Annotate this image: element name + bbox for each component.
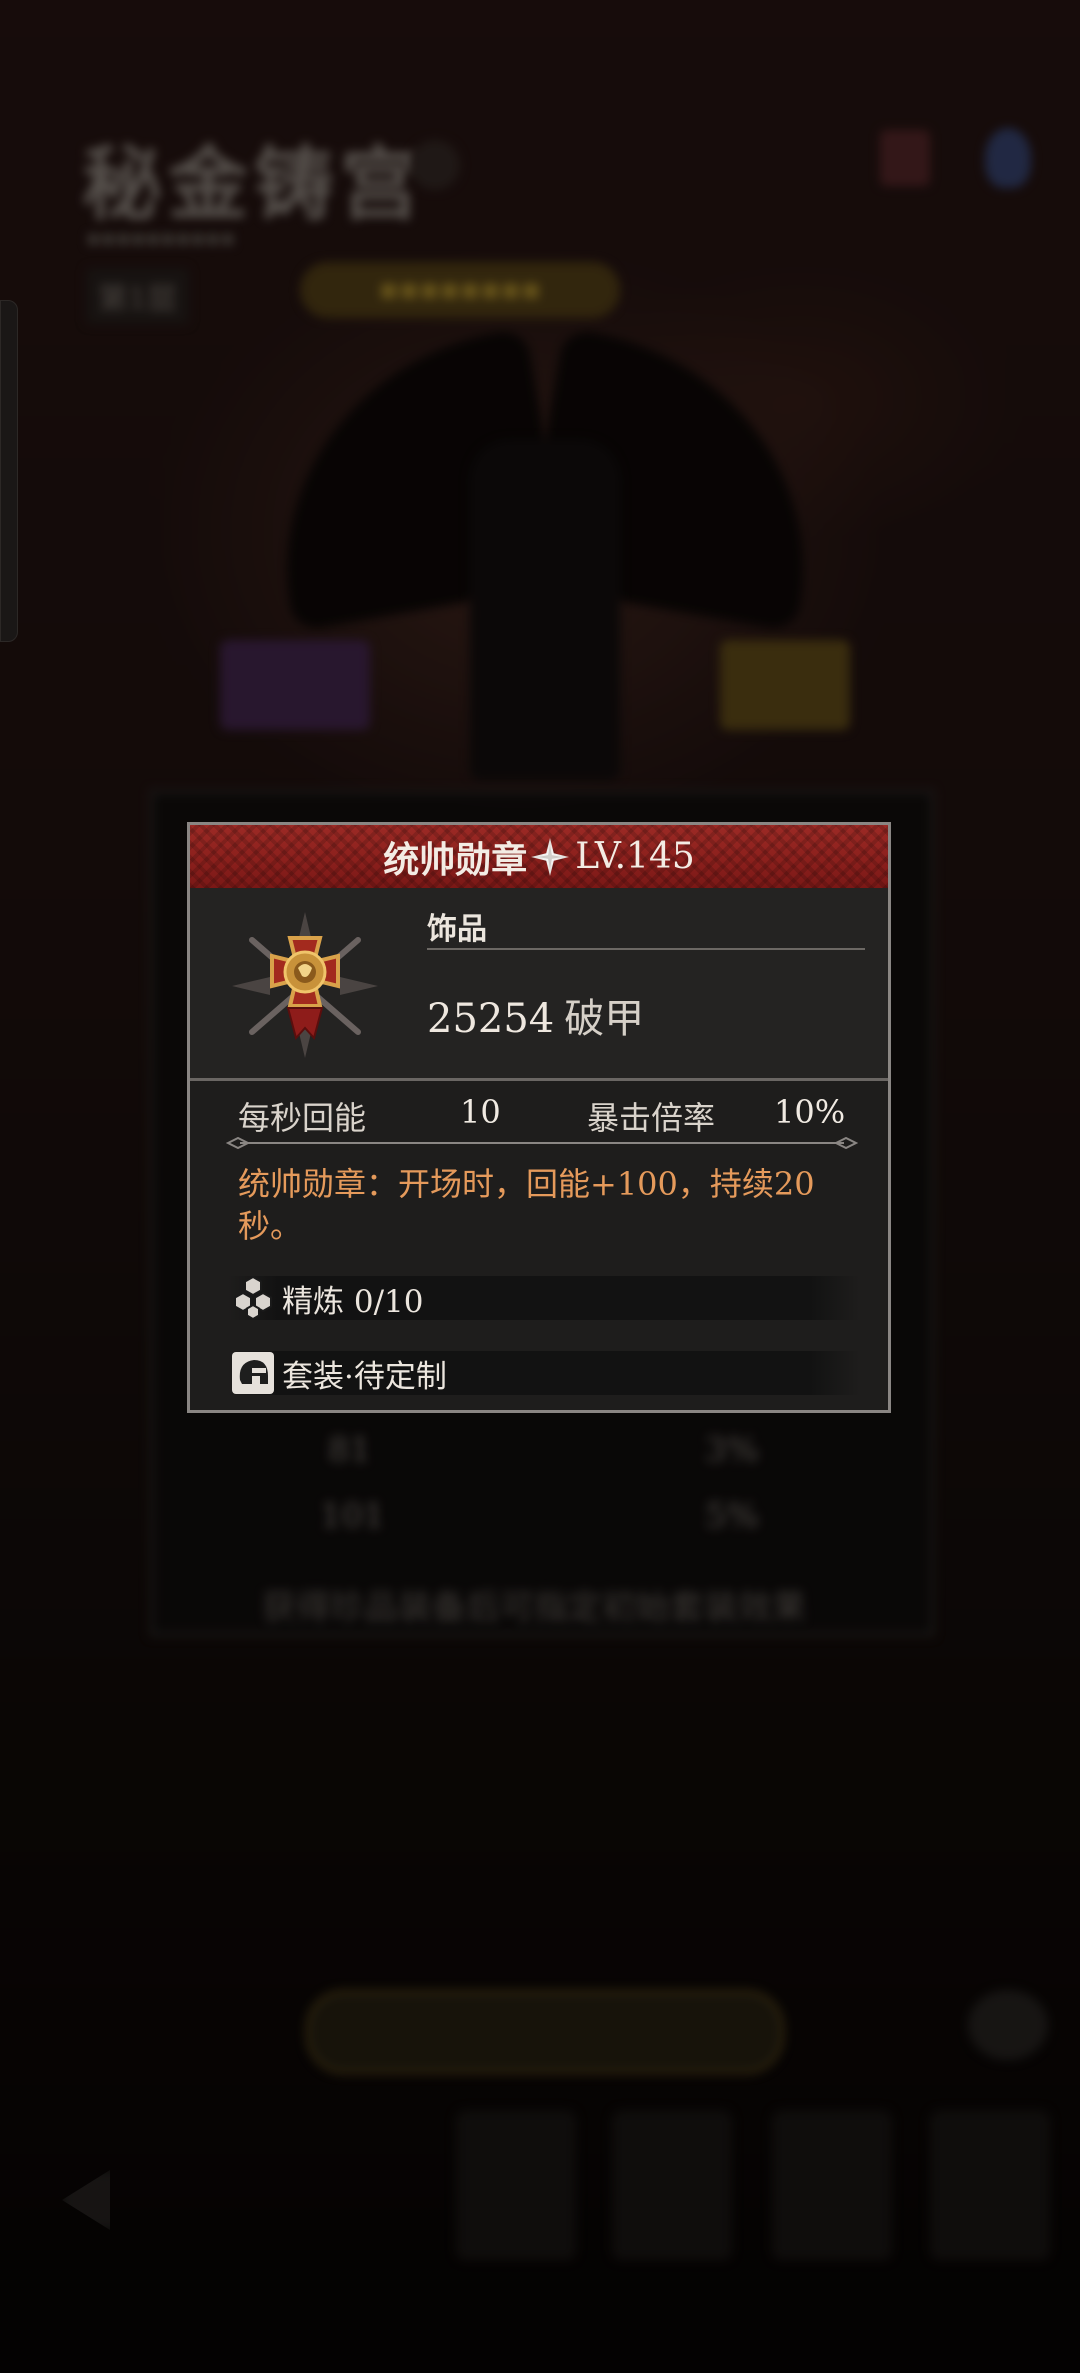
helmet-icon xyxy=(232,1352,274,1394)
card-header: 统帅勋章 LV.145 xyxy=(190,825,888,890)
stats-underline xyxy=(226,1137,858,1149)
medal-item-icon xyxy=(232,912,378,1058)
card-summary: 饰品 25254 破甲 xyxy=(190,888,888,1078)
stat-label-crit-multiplier: 暴击倍率 xyxy=(587,1099,716,1137)
item-tooltip-card: 统帅勋章 LV.145 饰品 25254 破甲 每秒回能 10 暴击倍率 10%… xyxy=(187,822,891,1413)
stat-value-energy-regen: 10 xyxy=(460,1093,501,1131)
item-effect-description: 统帅勋章：开场时，回能+100，持续20秒。 xyxy=(238,1165,815,1245)
side-handle xyxy=(0,300,18,642)
set-status: 套装·待定制 xyxy=(282,1358,447,1395)
stat-label-energy-regen: 每秒回能 xyxy=(238,1099,367,1137)
hexagon-cluster-icon xyxy=(234,1275,272,1321)
four-point-star-icon xyxy=(531,837,570,876)
item-name: 统帅勋章 xyxy=(383,838,528,881)
stats-row: 每秒回能 10 暴击倍率 10% xyxy=(190,1081,888,1145)
category-divider xyxy=(427,948,865,950)
refine-status: 精炼 0/10 xyxy=(282,1283,424,1320)
stat-value-crit-multiplier: 10% xyxy=(774,1093,846,1131)
power-label: 破甲 xyxy=(564,996,645,1042)
refine-row[interactable]: 精炼 0/10 xyxy=(228,1275,860,1321)
item-level: LV.145 xyxy=(575,836,695,877)
power-value: 25254 xyxy=(427,996,555,1042)
item-power: 25254 破甲 xyxy=(427,986,644,1044)
item-category: 饰品 xyxy=(427,912,487,947)
set-row[interactable]: 套装·待定制 xyxy=(228,1351,860,1395)
